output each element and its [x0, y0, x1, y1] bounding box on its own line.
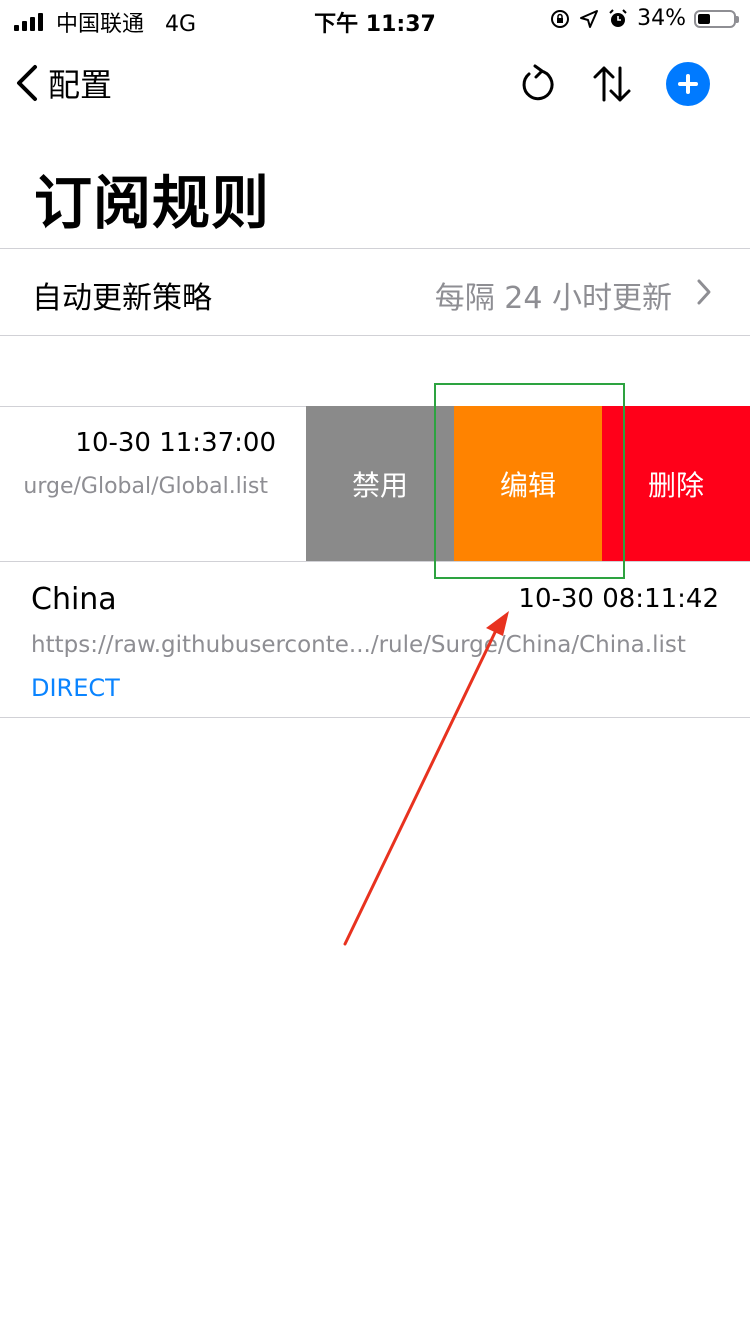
rule-updated-time: 10-30 11:37:00 [75, 428, 276, 458]
auto-update-policy-row[interactable]: 自动更新策略 每隔 24 小时更新 [0, 249, 750, 335]
rule-url: urge/Global/Global.list [23, 474, 268, 499]
alarm-icon [609, 8, 627, 27]
disable-button[interactable]: 禁用 [306, 406, 454, 561]
rotation-lock-icon [551, 9, 570, 28]
edit-button[interactable]: 编辑 [454, 406, 602, 561]
chevron-right-icon [697, 279, 711, 305]
rule-name: China [31, 582, 117, 617]
rule-row-swiped[interactable]: 10-30 11:37:00 urge/Global/Global.list 禁… [0, 406, 750, 561]
delete-button[interactable]: 删除 [602, 406, 750, 561]
status-bar: 中国联通 4G 下午 11:37 34% [0, 0, 750, 40]
navigation-bar: 配置 [0, 40, 750, 130]
back-button[interactable]: 配置 [14, 60, 112, 106]
auto-update-value: 每隔 24 小时更新 [434, 281, 672, 316]
add-icon[interactable] [666, 62, 710, 106]
status-indicators: 34% [549, 6, 739, 31]
battery-fill [698, 13, 710, 24]
battery-icon [694, 9, 739, 28]
divider [0, 717, 750, 718]
rule-row-china[interactable]: China 10-30 08:11:42 https://raw.githubu… [0, 562, 750, 717]
page-title: 订阅规则 [34, 169, 271, 237]
subscription-rules-screen: 中国联通 4G 下午 11:37 34% 配置 订阅规则 自动更新策略 每隔 2… [0, 0, 750, 1334]
rule-policy: DIRECT [31, 674, 120, 702]
refresh-icon[interactable] [514, 62, 558, 106]
battery-percent: 34% [637, 6, 686, 31]
back-label: 配置 [48, 66, 113, 104]
section-gap [0, 336, 750, 406]
auto-update-label: 自动更新策略 [32, 281, 212, 316]
sort-icon[interactable] [590, 62, 634, 106]
rule-updated-time: 10-30 08:11:42 [518, 584, 719, 614]
location-icon [580, 9, 599, 28]
back-chevron-icon [17, 65, 37, 101]
rule-url: https://raw.githubuserconte.../rule/Surg… [31, 632, 686, 658]
